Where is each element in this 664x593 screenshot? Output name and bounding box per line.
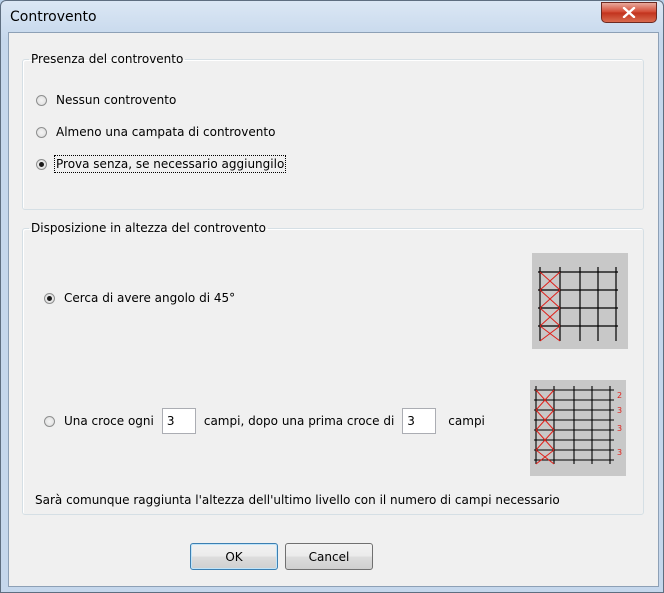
radio-label: Almeno una campata di controvento [56,125,276,139]
diagram-label: 2 [617,391,622,400]
bracing-45-image [538,267,618,342]
radio-at-least-one-bay[interactable]: Almeno una campata di controvento [36,125,275,139]
radio-label: Nessun controvento [56,93,177,107]
bracing-interval-image: 2 3 3 3 [534,386,622,465]
radio-button[interactable] [36,126,47,138]
radio-cross-every[interactable]: Una croce ogni campi, dopo una prima cro… [44,408,485,434]
window-title: Controvento [10,9,97,25]
diagram-label: 3 [617,424,622,433]
radio-button[interactable] [44,292,55,304]
radio-button[interactable] [36,94,47,106]
radio-label: Cerca di avere angolo di 45° [64,291,236,305]
dialog-window: Controvento Presenza del controvento Nes… [0,0,664,593]
height-legend: Disposizione in altezza del controvento [31,221,266,235]
radio-button[interactable] [44,415,55,427]
ok-button[interactable]: OK [190,543,278,570]
radio-angle-45[interactable]: Cerca di avere angolo di 45° [44,291,235,305]
height-note: Sarà comunque raggiunta l'altezza dell'u… [35,493,560,507]
diagram-label: 3 [617,448,622,457]
radio-try-without[interactable]: Prova senza, se necessario aggiungilo [36,155,287,173]
diagram-angle-45 [532,253,628,349]
radio-label: Prova senza, se necessario aggiungilo [53,155,287,173]
cross-every-label: Una croce ogni [64,414,154,428]
close-icon [622,7,636,18]
close-button[interactable] [601,2,657,23]
diagram-cross-every: 2 3 3 3 [530,380,626,476]
first-cross-input[interactable] [402,408,437,434]
title-bar[interactable]: Controvento [1,1,663,33]
cross-every-input[interactable] [161,408,196,434]
diagram-label: 3 [617,406,622,415]
dialog-body: Presenza del controvento Nessun controve… [8,32,659,587]
radio-button[interactable] [36,158,47,170]
radio-no-bracing[interactable]: Nessun controvento [36,93,176,107]
presence-legend: Presenza del controvento [31,52,184,66]
fields-label: campi [448,414,485,428]
first-cross-label: campi, dopo una prima croce di [203,414,395,428]
cancel-button[interactable]: Cancel [285,543,373,570]
